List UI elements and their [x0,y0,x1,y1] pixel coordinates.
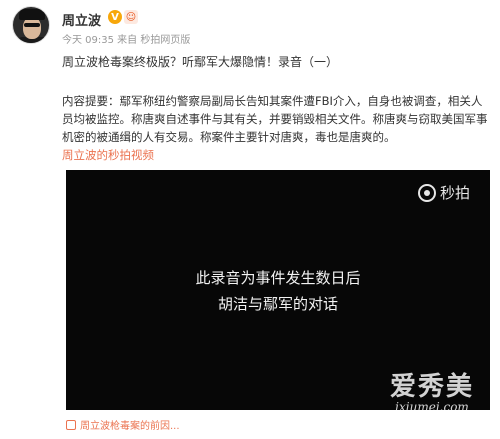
post-meta: 今天 09:35 来自 秒拍网页版 [62,35,191,46]
miaopai-camera-icon [417,183,436,202]
verified-v-icon[interactable]: V [108,10,122,24]
post-title: 周立波枪毒案终极版？听鄢军大爆隐情！录音（一） [62,55,339,69]
avatar-face [23,17,41,39]
related-link-text[interactable]: 周立波枪毒案的前因... [80,417,180,432]
member-level-icon[interactable]: ☺ [124,10,138,24]
link-icon [66,419,76,430]
related-link[interactable]: 周立波枪毒案的前因... [66,417,180,432]
miaopai-brand: 秒拍 [439,184,470,202]
post-body: 内容提要：鄢军称纽约警察局副局长告知其案件遭FBI介入，自身也被调查，相关人员均… [62,92,492,164]
video-subtitle: 此录音为事件发生数日后 胡洁与鄢军的对话 [66,265,490,317]
video-link[interactable]: 周立波的秒拍视频 [62,148,154,162]
avatar-glasses [24,23,40,27]
username[interactable]: 周立波 [62,10,101,29]
avatar-hat [19,9,45,20]
body-text: 鄢军称纽约警察局副局长告知其案件遭FBI介入，自身也被调查，相关人员均被监控。称… [62,94,488,144]
site-watermark: 爱秀美 ixiumei.com [372,366,492,414]
miaopai-logo: 秒拍 [417,182,470,203]
body-prefix: 内容提要： [62,94,120,108]
watermark-cn: 爱秀美 [389,372,474,402]
subtitle-line-2: 胡洁与鄢军的对话 [217,295,338,313]
avatar[interactable] [12,6,50,44]
subtitle-line-1: 此录音为事件发生数日后 [195,269,361,287]
